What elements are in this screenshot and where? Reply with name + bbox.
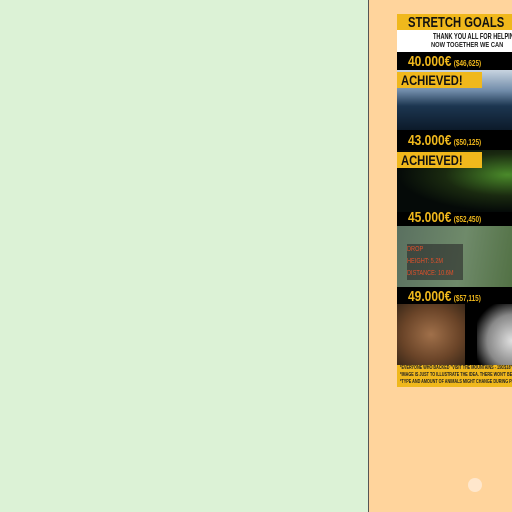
cave-image: ACHIEVED! [397, 150, 512, 212]
thanks-band: THANK YOU ALL FOR HELPING U NOW TOGETHER… [397, 30, 512, 52]
goal-usd: ($50,125) [453, 138, 482, 147]
right-pane: STRETCH GOALS THANK YOU ALL FOR HELPING … [369, 0, 512, 512]
scroll-indicator[interactable] [468, 478, 482, 492]
goal-price: 43.000€ ($50,125) [408, 132, 481, 149]
stretch-goals-image: STRETCH GOALS THANK YOU ALL FOR HELPING … [397, 14, 512, 387]
footnotes: *EVERYONE WHO BACKED "VISIT THE MOUNTAIN… [397, 365, 512, 387]
achieved-badge: ACHIEVED! [397, 152, 483, 168]
drop-label: DROP [407, 246, 424, 253]
goal-usd: ($57,115) [453, 294, 481, 303]
left-pane [0, 0, 368, 512]
goal-usd: ($46,625) [453, 59, 482, 68]
footnote: *EVERYONE WHO BACKED "VISIT THE MOUNTAIN… [400, 365, 512, 371]
goal-price: 49.000€ ($57,115) [408, 288, 481, 305]
drop-info: DROP HEIGHT: 5.2M DISTANCE: 10.6M [407, 244, 463, 280]
footnote: *IMAGE IS JUST TO ILLUSTRATE THE IDEA. T… [400, 372, 512, 378]
thanks-line-1: THANK YOU ALL FOR HELPING U [433, 32, 512, 41]
poster-title: STRETCH GOALS [408, 14, 505, 31]
achieved-badge: ACHIEVED! [397, 72, 483, 88]
goal-amount: 40.000€ [408, 53, 452, 70]
poster-header: STRETCH GOALS [397, 14, 512, 31]
goal-price: 45.000€ ($52,450) [408, 209, 481, 226]
goal-amount: 49.000€ [408, 288, 452, 305]
bear-image [397, 304, 465, 365]
thanks-line-2: NOW TOGETHER WE CAN [431, 42, 504, 49]
goal-amount: 43.000€ [408, 132, 452, 149]
drop-distance: DISTANCE: 10.6M [407, 270, 454, 277]
goal-usd: ($52,450) [453, 215, 482, 224]
goal-price: 40.000€ ($46,625) [408, 53, 481, 70]
drop-image: DROP HEIGHT: 5.2M DISTANCE: 10.6M [397, 226, 512, 287]
footnote: *TYPE AND AMOUNT OF ANIMALS MIGHT CHANGE… [400, 379, 512, 385]
forest-image: ACHIEVED! [397, 70, 512, 130]
goat-image [477, 304, 512, 365]
drop-height: HEIGHT: 5.2M [407, 258, 444, 265]
goal-amount: 45.000€ [408, 209, 452, 226]
